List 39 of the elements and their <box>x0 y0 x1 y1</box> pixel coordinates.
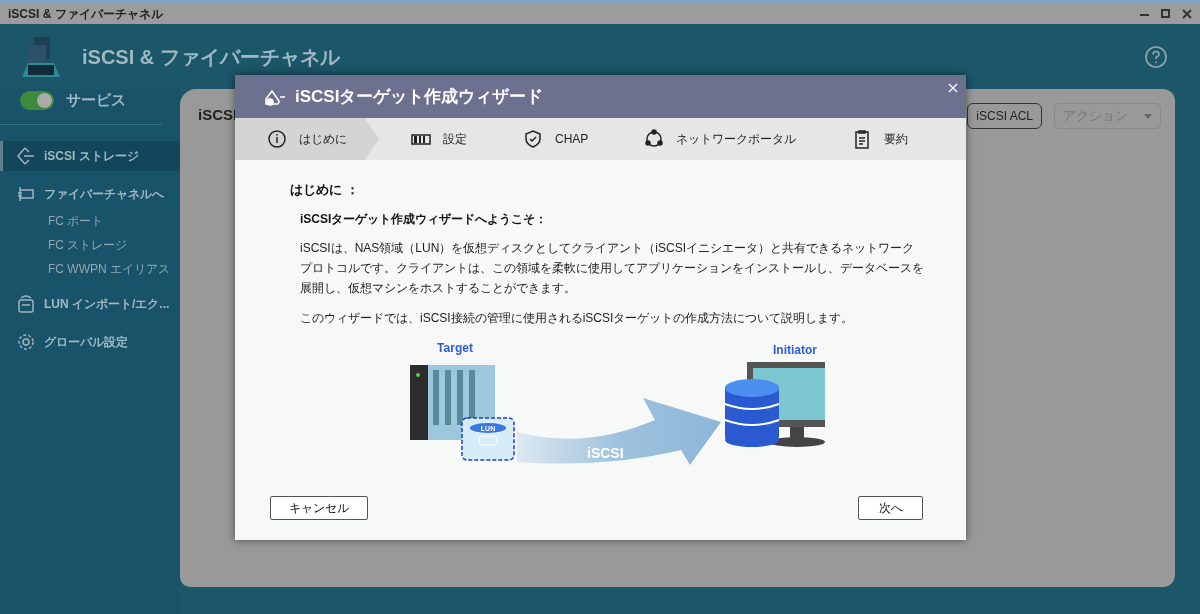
info-icon <box>267 129 287 149</box>
dialog-title: iSCSIターゲット作成ウィザード <box>295 85 544 108</box>
service-toggle[interactable] <box>20 90 54 110</box>
sidebar-item[interactable]: iSCSI ストレージ <box>0 140 180 171</box>
sidebar-subitem[interactable]: FC WWPN エイリアス <box>0 256 180 281</box>
description-text: このウィザードでは、iSCSI接続の管理に使用されるiSCSIターゲットの作成方法について説明します。 <box>300 309 855 327</box>
wizard-step[interactable]: ネットワークポータル <box>612 118 821 160</box>
protocol-label: iSCSI <box>587 444 624 461</box>
welcome-heading: iSCSIターゲット作成ウィザードへようこそ： <box>300 210 549 228</box>
caret-icon <box>1144 113 1152 119</box>
database-drawing <box>724 378 780 447</box>
cancel-button[interactable]: キャンセル <box>270 496 368 520</box>
server-logo-icon <box>20 34 62 79</box>
sidebar-subitem[interactable]: FC ストレージ <box>0 232 180 257</box>
wizard-step[interactable]: CHAP <box>491 118 613 160</box>
section-heading: はじめに ： <box>290 181 360 199</box>
drive-icon <box>16 293 36 314</box>
diamond-arrow-icon <box>16 145 36 166</box>
service-label: サービス <box>66 90 126 110</box>
app-title: iSCSI & ファイバーチャネル <box>82 44 340 70</box>
close-icon[interactable] <box>1182 9 1192 19</box>
settings-icon <box>16 331 36 352</box>
sidebar-item[interactable]: グローバル設定 <box>0 326 180 357</box>
acl-button[interactable]: iSCSI ACL <box>967 103 1042 129</box>
wizard-step[interactable]: 設定 <box>379 118 491 160</box>
maximize-icon[interactable] <box>1161 9 1170 18</box>
shield-check-icon <box>523 129 543 149</box>
help-icon[interactable] <box>1144 44 1168 69</box>
initiator-label: Initiator <box>773 342 817 357</box>
sidebar-item[interactable]: ファイバーチャネルへ <box>0 178 180 209</box>
network-circle-icon <box>644 129 665 149</box>
description-text: iSCSIは、NAS領域（LUN）を仮想ディスクとしてクライアント（iSCSIイニシエータ）と共有できるネットワークプロトコルです。クライアントは、この領域を柔軟に使用してアプリケーションをインストールし、データベースを展開し、仮想マシンをホストすることができます。 <box>300 239 925 297</box>
next-button[interactable]: 次へ <box>858 496 923 520</box>
target-label: Target <box>437 340 473 355</box>
sidebar-item[interactable]: LUN インポート/エク... <box>0 288 180 319</box>
wizard-step[interactable]: はじめに <box>235 118 379 160</box>
window-title: iSCSI & ファイバーチャネル <box>8 7 163 21</box>
wizard-step[interactable]: 要約 <box>820 118 933 160</box>
sidebar-subitem[interactable]: FC ポート <box>0 208 180 233</box>
